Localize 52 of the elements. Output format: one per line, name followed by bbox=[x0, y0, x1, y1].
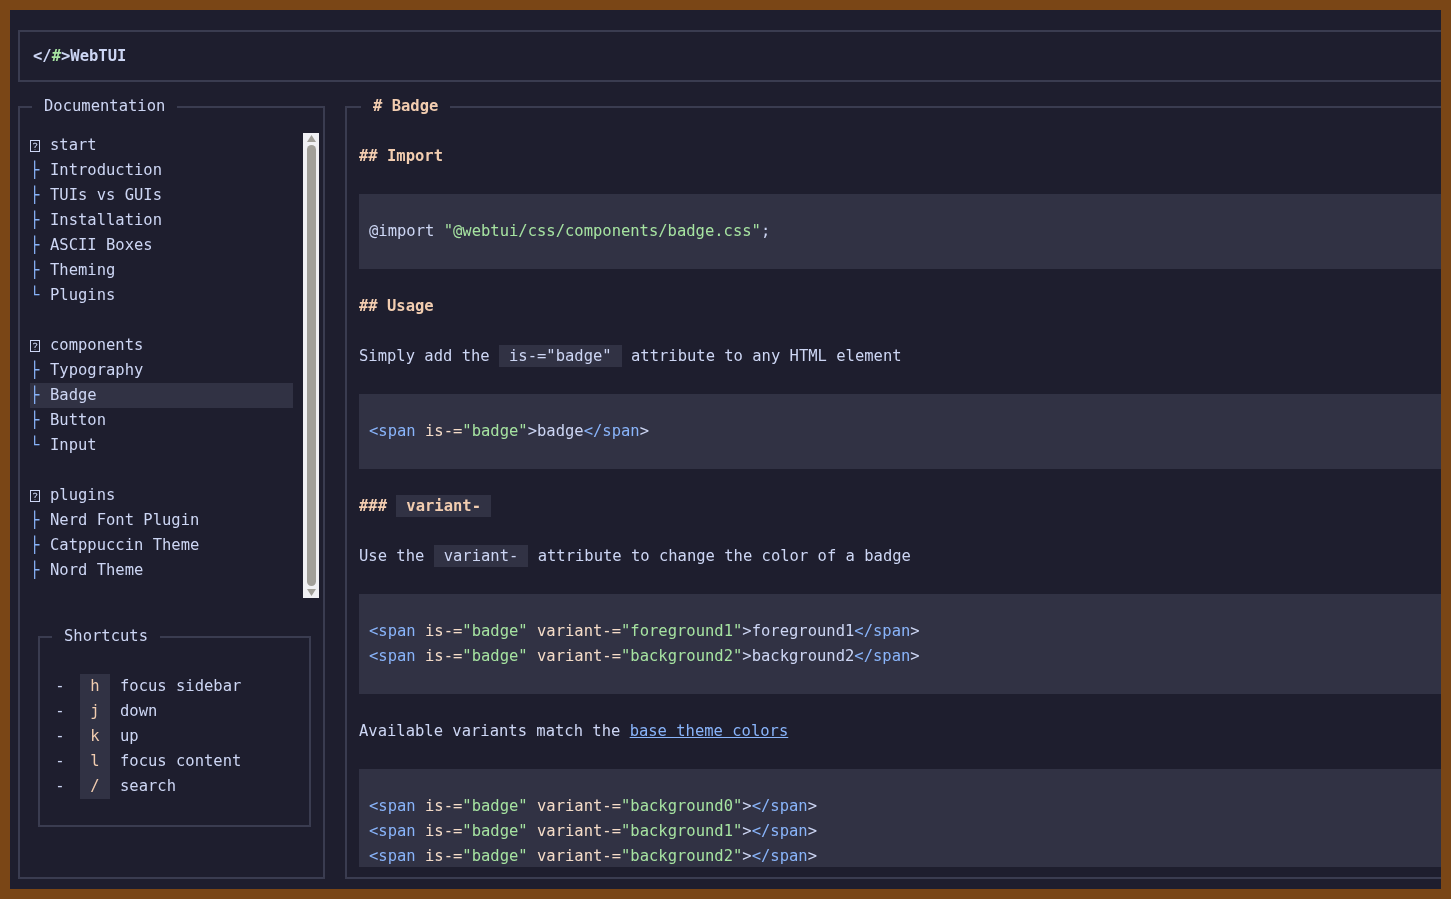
page-title: # Badge bbox=[372, 96, 440, 117]
list-bullet: - bbox=[54, 701, 66, 722]
shortcut-action: up bbox=[120, 726, 140, 747]
paragraph: Available variants match the base theme colors bbox=[359, 721, 790, 742]
tree-item[interactable]: └ Input bbox=[30, 433, 293, 458]
paragraph: Simply add the is-="badge" attribute to any HTML element bbox=[359, 344, 903, 369]
logo[interactable]: </#>WebTUI bbox=[33, 43, 127, 69]
tree-item[interactable]: ├ Installation bbox=[30, 208, 293, 233]
tree-item[interactable]: ├ Catppuccin Theme bbox=[30, 533, 293, 558]
tree-item[interactable]: ├ Typography bbox=[30, 358, 293, 383]
shortcut-action: search bbox=[120, 776, 177, 797]
paragraph: Use the variant- attribute to change the color of a badge bbox=[359, 544, 912, 569]
list-bullet: - bbox=[54, 726, 66, 747]
scroll-up-arrow-icon[interactable] bbox=[306, 135, 316, 142]
section-heading: ### variant- bbox=[359, 494, 1441, 519]
tree-group-label[interactable]: plugins bbox=[50, 483, 116, 508]
sidebar-title: Documentation bbox=[43, 96, 167, 117]
theme-colors-link[interactable]: base theme colors bbox=[629, 722, 789, 740]
tree-group-label[interactable]: components bbox=[50, 333, 144, 358]
scrollbar[interactable] bbox=[303, 133, 319, 598]
section-heading: ## Import bbox=[359, 146, 444, 167]
tree-group-label[interactable]: start bbox=[50, 133, 97, 158]
tree-item[interactable]: ├ TUIs vs GUIs bbox=[30, 183, 293, 208]
shortcuts-title: Shortcuts bbox=[63, 626, 149, 647]
tree-item[interactable]: ├ ASCII Boxes bbox=[30, 233, 293, 258]
list-bullet: - bbox=[54, 676, 66, 697]
code-line: @import "@webtui/css/components/badge.css"; bbox=[369, 221, 772, 242]
code-line: <span is-="badge" variant-="background1"></span> bbox=[369, 821, 818, 842]
section-heading: ## Usage bbox=[359, 296, 435, 317]
code-line: <span is-="badge" variant-="background2">background2</span> bbox=[369, 646, 921, 667]
tree-item[interactable]: ├ Button bbox=[30, 408, 293, 433]
tree-item[interactable]: ├ Nerd Font Plugin bbox=[30, 508, 293, 533]
code-line: <span is-="badge" variant-="foreground1">foreground1</span> bbox=[369, 621, 921, 642]
tree-item[interactable]: ├ Nord Theme bbox=[30, 558, 293, 583]
tree-item[interactable]: ├ Theming bbox=[30, 258, 293, 283]
code-line: <span is-="badge" variant-="background2"></span> bbox=[369, 846, 818, 867]
scroll-down-arrow-icon[interactable] bbox=[306, 589, 316, 596]
list-bullet: - bbox=[54, 751, 66, 772]
code-line: <span is-="badge">badge</span> bbox=[369, 421, 650, 442]
shortcut-action: focus content bbox=[120, 751, 243, 772]
key-badge: j bbox=[80, 699, 110, 724]
tree-item[interactable]: ├ Introduction bbox=[30, 158, 293, 183]
shortcut-action: focus sidebar bbox=[120, 676, 243, 697]
tree-item[interactable]: └ Plugins bbox=[30, 283, 293, 308]
tree-item[interactable]: ├ Badge bbox=[30, 383, 293, 408]
key-badge: l bbox=[80, 749, 110, 774]
key-badge: k bbox=[80, 724, 110, 749]
code-line: <span is-="badge" variant-="background0"></span> bbox=[369, 796, 818, 817]
key-badge: h bbox=[80, 674, 110, 699]
shortcut-action: down bbox=[120, 701, 159, 722]
key-badge: / bbox=[80, 774, 110, 799]
list-bullet: - bbox=[54, 776, 66, 797]
